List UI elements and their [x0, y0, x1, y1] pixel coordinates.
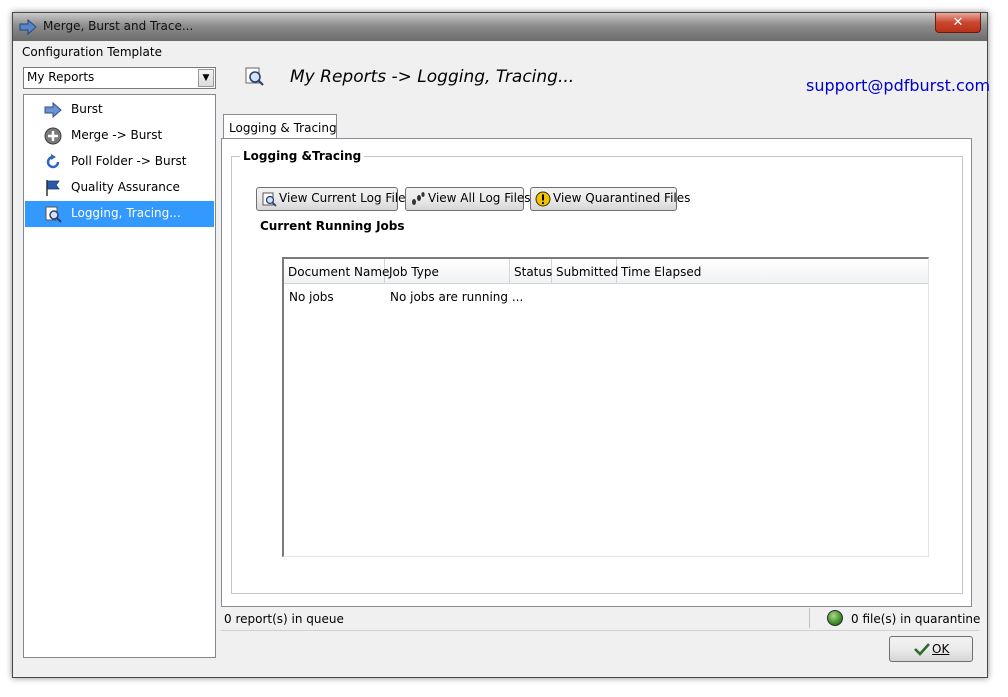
cell-job-type: No jobs are running ... — [390, 290, 524, 304]
groupbox-title: Logging &Tracing — [240, 149, 365, 163]
merge-plus-icon — [44, 127, 62, 145]
cell-document-name: No jobs — [289, 290, 334, 304]
quarantine-status-text: 0 file(s) in quarantine — [851, 612, 981, 626]
warning-icon — [535, 191, 551, 207]
tree-item-label: Burst — [71, 102, 103, 116]
table-header: Document Name Job Type Status Submitted … — [284, 259, 928, 284]
template-select[interactable]: My Reports ▼ — [23, 67, 216, 89]
page-title: My Reports -> Logging, Tracing... — [290, 67, 575, 87]
running-jobs-table[interactable]: Document Name Job Type Status Submitted … — [282, 257, 929, 557]
button-label: View Quarantined Files — [553, 191, 691, 205]
refresh-icon — [46, 154, 60, 169]
quarantine-status: 0 file(s) in quarantine — [817, 608, 980, 628]
title-bar[interactable]: Merge, Burst and Trace... ✕ — [13, 13, 987, 41]
footer-divider — [221, 630, 979, 631]
close-button[interactable]: ✕ — [935, 13, 981, 33]
status-led-icon — [827, 610, 843, 626]
button-label: View Current Log File — [279, 191, 406, 205]
ok-button-label: OK — [932, 642, 950, 656]
tab-label: Logging & Tracing — [229, 121, 337, 135]
config-template-label: Configuration Template — [22, 45, 162, 59]
support-email-link[interactable]: support@pdfburst.com — [806, 76, 990, 95]
log-file-icon — [262, 192, 277, 207]
template-select-value: My Reports — [27, 70, 95, 84]
window-title: Merge, Burst and Trace... — [43, 19, 194, 33]
dropdown-arrow-icon[interactable]: ▼ — [198, 69, 214, 87]
column-header-status[interactable]: Status — [510, 259, 552, 283]
queue-status: 0 report(s) in queue — [221, 608, 810, 628]
column-header-document-name[interactable]: Document Name — [284, 259, 389, 283]
main-window: Merge, Burst and Trace... ✕ Configuratio… — [12, 12, 990, 678]
view-quarantined-button[interactable]: View Quarantined Files — [530, 187, 690, 211]
running-jobs-label: Current Running Jobs — [260, 219, 405, 233]
app-arrow-icon — [19, 19, 37, 35]
tree-item-merge-burst[interactable]: Merge -> Burst — [25, 123, 214, 149]
magnifier-icon — [45, 206, 62, 223]
tree-item-logging-tracing[interactable]: Logging, Tracing... — [25, 201, 214, 227]
tree-item-burst[interactable]: Burst — [25, 97, 214, 123]
logging-header-icon — [245, 67, 264, 86]
ok-button[interactable]: OK — [889, 636, 973, 662]
navigation-tree: Burst Merge -> Burst Poll Folder -> Burs… — [23, 94, 216, 658]
view-current-log-button[interactable]: View Current Log File — [256, 187, 406, 211]
tree-item-label: Poll Folder -> Burst — [71, 154, 187, 168]
checkmark-hand-icon — [914, 643, 930, 656]
column-header-job-type[interactable]: Job Type — [385, 259, 510, 283]
footsteps-icon — [412, 192, 425, 205]
flag-icon — [46, 180, 60, 196]
tree-item-label: Merge -> Burst — [71, 128, 163, 142]
tree-item-label: Logging, Tracing... — [71, 206, 181, 220]
column-header-submitted[interactable]: Submitted — [552, 259, 618, 283]
arrow-right-icon — [44, 101, 62, 119]
tree-item-label: Quality Assurance — [71, 180, 180, 194]
tree-item-quality-assurance[interactable]: Quality Assurance — [25, 175, 214, 201]
tab-logging-tracing[interactable]: Logging & Tracing — [223, 114, 337, 139]
view-all-logs-button[interactable]: View All Log Files — [405, 187, 531, 211]
button-label: View All Log Files — [428, 191, 531, 205]
column-header-time-elapsed[interactable]: Time Elapsed — [617, 259, 928, 283]
status-bar: 0 report(s) in queue 0 file(s) in quaran… — [221, 608, 980, 630]
tree-item-poll-folder[interactable]: Poll Folder -> Burst — [25, 149, 214, 175]
queue-status-text: 0 report(s) in queue — [224, 612, 344, 626]
